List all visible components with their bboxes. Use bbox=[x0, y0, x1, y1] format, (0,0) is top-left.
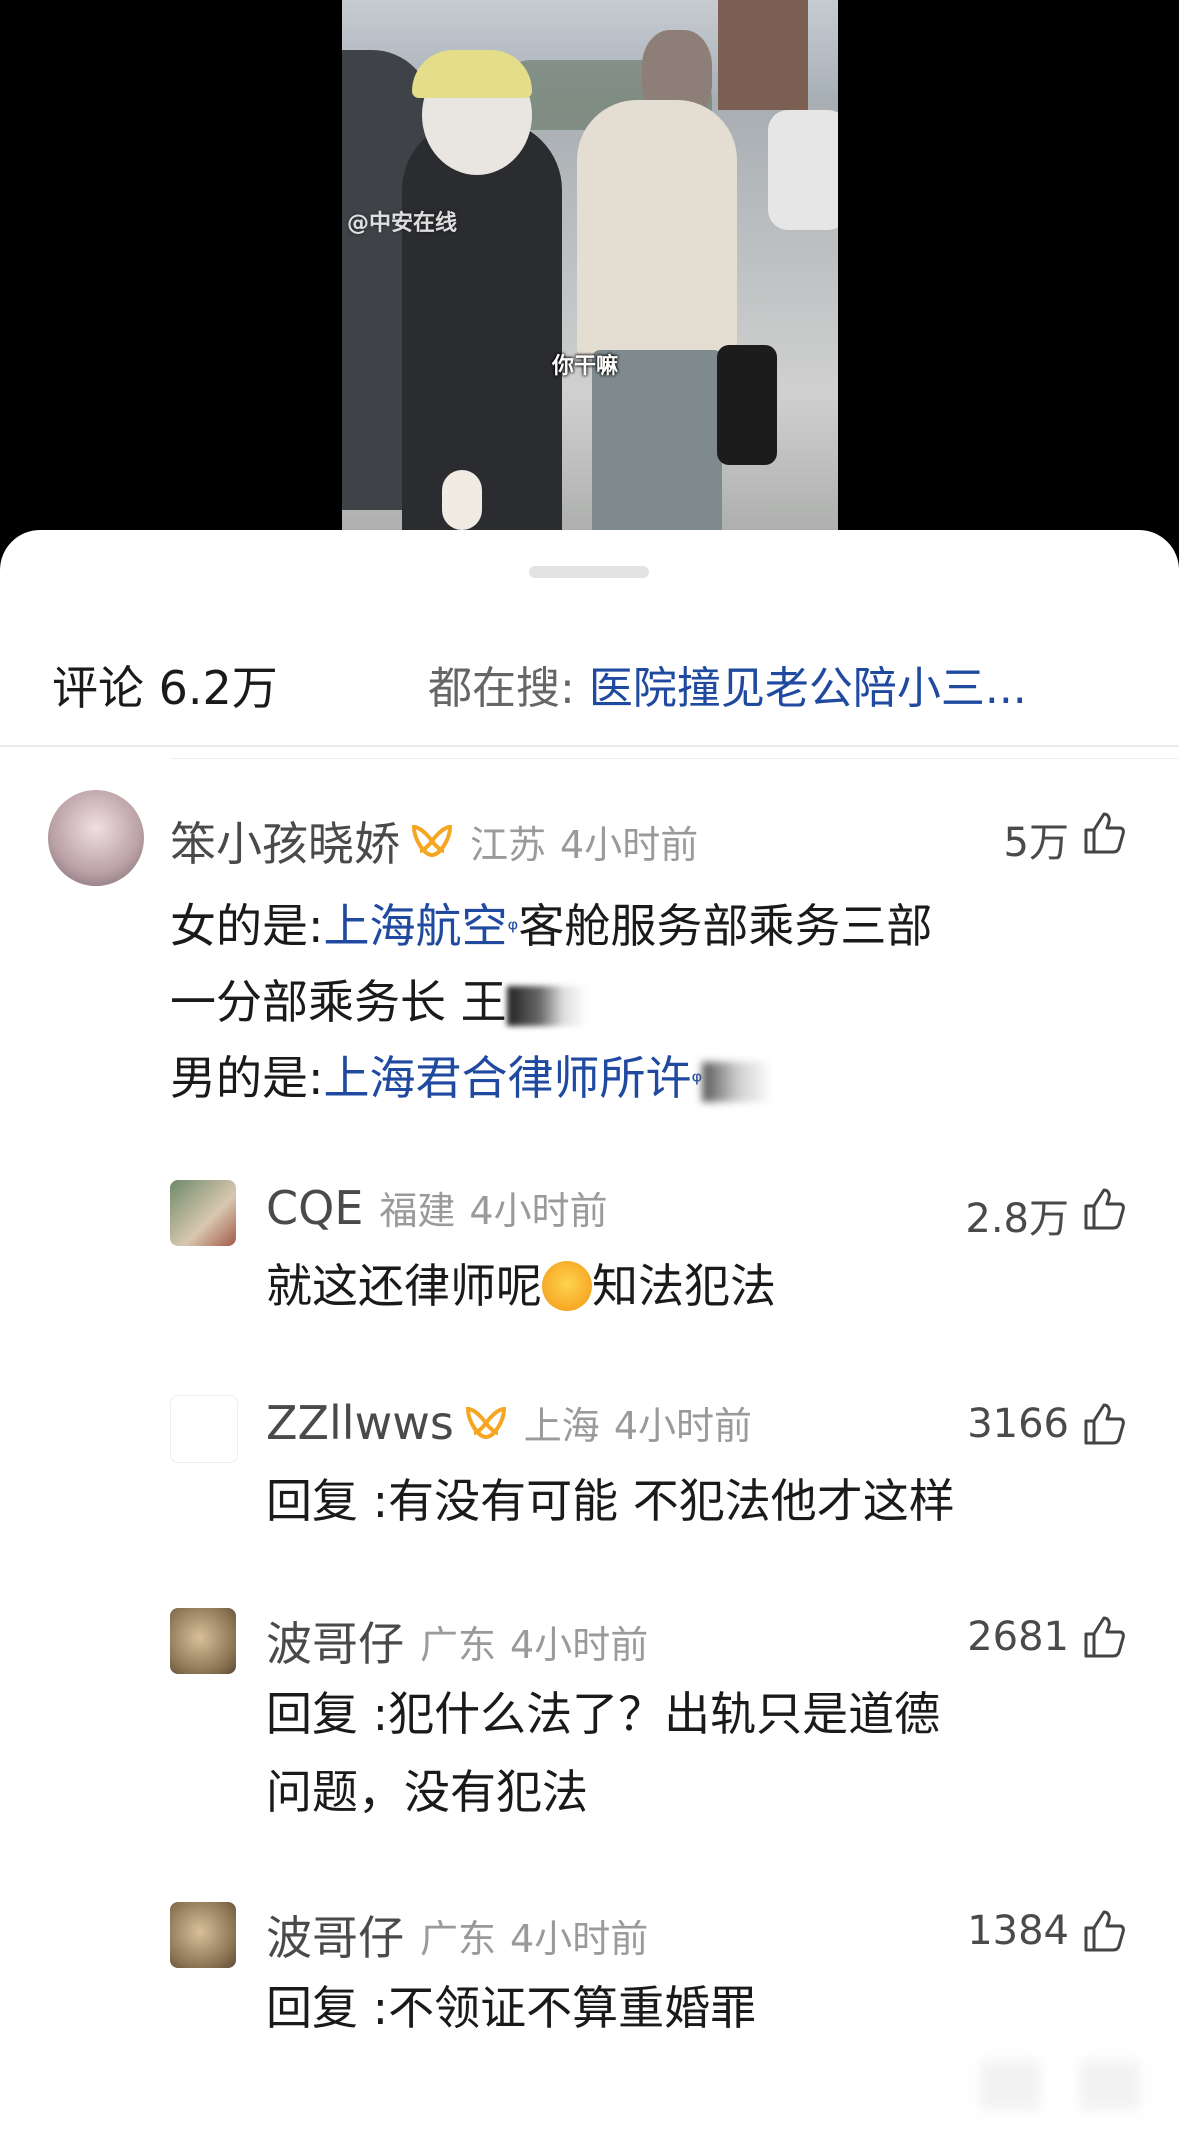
thumbs-up-icon[interactable] bbox=[1080, 1614, 1126, 1660]
video-car-2 bbox=[768, 110, 838, 230]
blurred-text bbox=[702, 1061, 773, 1102]
comment-text-line-1: 女的是:上海航空ᵠ客舱服务部乘务三部 bbox=[170, 890, 932, 962]
keyword-link[interactable]: 上海君合律师所许 bbox=[324, 1051, 692, 1105]
video-woman bbox=[402, 120, 562, 560]
timestamp: 4小时前 bbox=[469, 1189, 608, 1233]
video-player[interactable]: @中安在线 你干嘛 bbox=[0, 0, 1179, 560]
search-mark-icon: ᵠ bbox=[507, 915, 519, 945]
reply-item: ZZllwws 上海 4小时前 3166 回复 :有没有可能 不犯法他才这样 bbox=[0, 1395, 1179, 1555]
thumbs-up-icon[interactable] bbox=[1080, 1908, 1126, 1954]
username[interactable]: ZZllwws bbox=[266, 1396, 454, 1450]
search-mark-icon: ᵠ bbox=[691, 1067, 703, 1097]
comment-text: 回复 :有没有可能 不犯法他才这样 bbox=[266, 1474, 955, 1528]
video-man bbox=[577, 100, 737, 360]
video-hand bbox=[442, 470, 482, 530]
crying-laughing-emoji bbox=[542, 1260, 592, 1311]
comment-meta: CQE 福建 4小时前 bbox=[266, 1180, 608, 1235]
like-count: 2681 bbox=[967, 1614, 1069, 1660]
timestamp: 4小时前 bbox=[560, 822, 699, 867]
comment-meta: 波哥仔 广东 4小时前 bbox=[266, 1902, 648, 1968]
username[interactable]: 波哥仔 bbox=[266, 1608, 404, 1674]
comment-text-line-1: 回复 :犯什么法了？出轨只是道德 bbox=[266, 1687, 941, 1741]
blurred-overlay bbox=[980, 2060, 1040, 2110]
text-prefix: 男的是: bbox=[170, 1051, 324, 1105]
like-count: 2.8万 bbox=[965, 1196, 1069, 1242]
trending-link[interactable]: 医院撞见老公陪小三... bbox=[589, 663, 1027, 714]
text-line: 一分部乘务长 王 bbox=[170, 975, 507, 1029]
username[interactable]: CQE bbox=[266, 1181, 363, 1235]
comment-text-line-2: 一分部乘务长 王 bbox=[170, 966, 587, 1038]
comment-item: 笨小孩晓娇 江苏 4小时前 5万 女的是:上海航空ᵠ客舱服务部乘务三部 一分部乘… bbox=[0, 790, 1179, 1105]
thumbs-up-icon[interactable] bbox=[1080, 810, 1126, 856]
avatar[interactable] bbox=[170, 1180, 236, 1246]
timestamp: 4小时前 bbox=[613, 1404, 752, 1448]
like-count: 1384 bbox=[967, 1908, 1069, 1954]
username[interactable]: 笨小孩晓娇 bbox=[170, 808, 400, 874]
thumbs-up-icon[interactable] bbox=[1080, 1401, 1126, 1447]
region: 上海 bbox=[523, 1404, 600, 1448]
comment-meta: 波哥仔 广东 4小时前 bbox=[266, 1608, 648, 1674]
avatar[interactable] bbox=[170, 1902, 236, 1968]
header-divider-secondary bbox=[170, 758, 1179, 759]
avatar[interactable] bbox=[170, 1395, 238, 1463]
video-frame[interactable]: @中安在线 你干嘛 bbox=[342, 0, 838, 560]
comment-meta: 笨小孩晓娇 江苏 4小时前 bbox=[170, 808, 698, 874]
vip-badge-icon bbox=[410, 821, 454, 861]
vip-badge-icon bbox=[464, 1403, 508, 1443]
region: 福建 bbox=[379, 1189, 456, 1233]
trending-search[interactable]: 都在搜: 医院撞见老公陪小三... bbox=[428, 652, 1027, 716]
text-before: 就这还律师呢 bbox=[266, 1259, 542, 1313]
video-bag bbox=[717, 345, 777, 465]
username[interactable]: 波哥仔 bbox=[266, 1902, 404, 1968]
avatar[interactable] bbox=[48, 790, 144, 886]
reply-item: CQE 福建 4小时前 2.8万 就这还律师呢 知法犯法 bbox=[0, 1180, 1179, 1340]
comment-text: 回复 :不领证不算重婚罪 bbox=[266, 1981, 757, 2035]
region: 广东 bbox=[420, 1622, 497, 1667]
keyword-link[interactable]: 上海航空 bbox=[324, 899, 508, 953]
video-subtitle: 你干嘛 bbox=[552, 354, 619, 379]
comment-text: 就这还律师呢 知法犯法 bbox=[266, 1250, 776, 1322]
drag-handle[interactable] bbox=[529, 566, 649, 578]
comments-count-title: 评论 6.2万 bbox=[52, 661, 278, 715]
comment-text-line-2: 问题，没有犯法 bbox=[266, 1765, 588, 1819]
video-watermark: @中安在线 bbox=[347, 211, 458, 236]
thumbs-up-icon[interactable] bbox=[1080, 1186, 1126, 1232]
text-after: 知法犯法 bbox=[592, 1259, 776, 1313]
like-count: 5万 bbox=[1003, 820, 1069, 866]
region: 江苏 bbox=[470, 822, 547, 867]
video-building bbox=[718, 0, 808, 110]
timestamp: 4小时前 bbox=[510, 1622, 649, 1667]
video-cap bbox=[412, 50, 532, 98]
header-divider bbox=[0, 745, 1179, 747]
region: 广东 bbox=[420, 1916, 497, 1961]
comment-sheet: 评论 6.2万 都在搜: 医院撞见老公陪小三... 笨小孩晓娇 江苏 4小时前 … bbox=[0, 530, 1179, 2130]
reply-item: 波哥仔 广东 4小时前 2681 回复 :犯什么法了？出轨只是道德 问题，没有犯… bbox=[0, 1608, 1179, 1848]
reply-item: 波哥仔 广东 4小时前 1384 回复 :不领证不算重婚罪 bbox=[0, 1902, 1179, 2062]
trending-label: 都在搜: bbox=[428, 663, 575, 714]
timestamp: 4小时前 bbox=[510, 1916, 649, 1961]
video-man-legs bbox=[592, 350, 722, 560]
text-prefix: 女的是: bbox=[170, 899, 324, 953]
avatar[interactable] bbox=[170, 1608, 236, 1674]
blurred-text bbox=[506, 985, 587, 1026]
like-count: 3166 bbox=[967, 1401, 1069, 1447]
text-suffix: 客舱服务部乘务三部 bbox=[518, 899, 933, 953]
comment-meta: ZZllwws 上海 4小时前 bbox=[266, 1395, 752, 1450]
blurred-overlay bbox=[1080, 2060, 1140, 2110]
comment-header: 评论 6.2万 都在搜: 医院撞见老公陪小三... bbox=[0, 630, 1179, 715]
comment-text-line-3: 男的是:上海君合律师所许ᵠ bbox=[170, 1042, 773, 1114]
